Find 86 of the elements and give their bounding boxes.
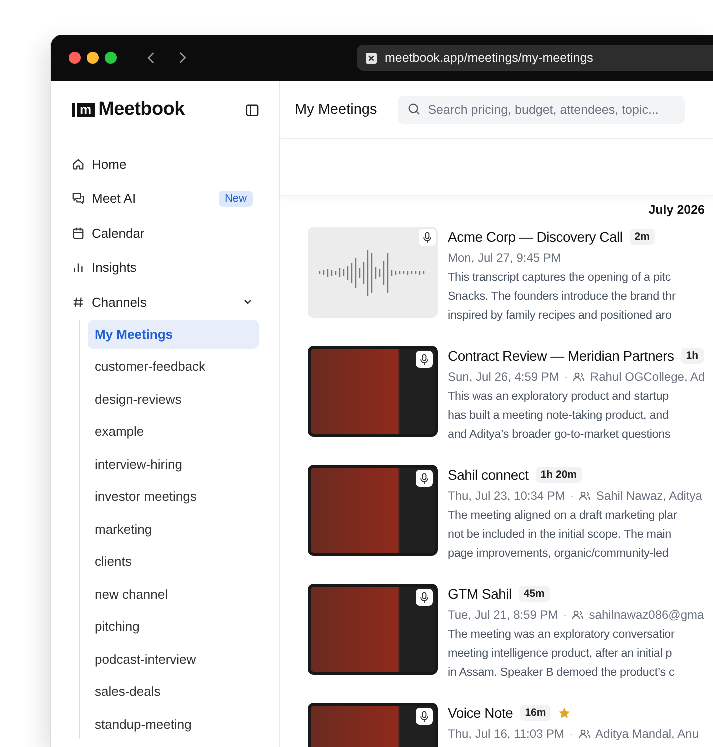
star-icon[interactable]: [558, 706, 572, 720]
meeting-title[interactable]: Acme Corp — Discovery Call: [448, 229, 623, 245]
video-thumbnail[interactable]: [308, 584, 438, 675]
video-thumbnail[interactable]: [308, 346, 438, 437]
forward-icon[interactable]: [177, 51, 187, 65]
people-icon: [578, 728, 591, 740]
nav-item[interactable]: Channels: [72, 285, 259, 320]
meeting-date: Thu, Jul 16, 11:03 PM: [448, 727, 565, 741]
nav-item[interactable]: Insights: [72, 250, 259, 285]
channel-item[interactable]: standup-meeting: [88, 710, 259, 738]
meeting-title[interactable]: GTM Sahil: [448, 586, 512, 602]
microphone-icon: [416, 589, 433, 606]
summary-line: in Assam. Speaker B demoed the product’s c: [448, 665, 676, 681]
microphone-icon: [419, 229, 436, 246]
separator-dot: ·: [570, 489, 574, 503]
channel-item[interactable]: customer-feedback: [88, 352, 259, 381]
summary-line: Snacks. The founders introduce the brand thr: [448, 289, 676, 305]
channel-item[interactable]: sales-deals: [88, 677, 259, 706]
channel-item[interactable]: clients: [88, 547, 259, 576]
microphone-icon: [416, 708, 433, 725]
maximize-window-icon[interactable]: [105, 52, 117, 64]
channel-item[interactable]: pitching: [88, 612, 259, 641]
meeting-title[interactable]: Voice Note: [448, 705, 514, 721]
nav-item[interactable]: Calendar: [72, 216, 259, 250]
summary-line: The meeting was an exploratory conversatior: [448, 627, 676, 643]
nav-item[interactable]: Meet AI New: [72, 182, 259, 216]
meeting-title[interactable]: Sahil connect: [448, 467, 529, 483]
nav-item[interactable]: Home: [72, 147, 259, 182]
people-icon: [573, 371, 586, 383]
channel-item[interactable]: marketing: [88, 514, 259, 544]
attendees: sahilnawaz086@gma: [589, 608, 704, 622]
duration-badge: 1h 20m: [536, 467, 582, 483]
hash-icon: [72, 296, 85, 309]
meeting-date: Thu, Jul 23, 10:34 PM: [448, 489, 566, 503]
summary-line: and Aditya’s broader go-to-market questions: [448, 427, 672, 443]
summary-line: has built a meeting note-taking product, and: [448, 408, 670, 424]
favicon-icon: [366, 52, 377, 64]
new-badge: New: [218, 190, 253, 207]
separator-dot: ·: [570, 727, 574, 741]
summary-line: inspired by family recipes and positioned aro: [448, 308, 673, 324]
attendees: Sahil Nawaz, Aditya: [596, 489, 702, 503]
meeting-title[interactable]: Contract Review — Meridian Partners: [448, 348, 674, 364]
summary-line: This transcript captures the opening of a pitc: [448, 270, 672, 286]
people-icon: [579, 490, 592, 502]
microphone-icon: [416, 470, 433, 487]
channel-item[interactable]: podcast-interview: [88, 644, 259, 674]
bar-chart-icon: [72, 261, 85, 274]
summary-line: meeting intelligence product, after an initial p: [448, 646, 674, 662]
people-icon: [572, 609, 584, 621]
page-title: My Meetings: [295, 102, 378, 118]
meeting-date: Tue, Jul 21, 8:59 PM: [448, 608, 558, 622]
attendees: Aditya Mandal, Anu: [596, 727, 699, 741]
sidebar-toggle-icon[interactable]: [246, 104, 259, 116]
logo: m Meetbook: [72, 99, 185, 121]
channel-item[interactable]: example: [88, 417, 259, 446]
waveform-thumbnail[interactable]: [308, 227, 438, 318]
separator-dot: ·: [563, 608, 568, 622]
microphone-icon: [416, 351, 433, 368]
separator-dot: ·: [564, 370, 568, 384]
channel-item[interactable]: interview-hiring: [88, 450, 259, 478]
minimize-window-icon[interactable]: [87, 52, 99, 64]
summary-line: This was an exploratory product and startup: [448, 389, 670, 405]
channel-item[interactable]: design-reviews: [88, 384, 259, 414]
back-icon[interactable]: [147, 51, 157, 65]
close-window-icon[interactable]: [69, 52, 81, 64]
month-heading: July 2026: [648, 203, 706, 217]
duration-badge: 2m: [630, 229, 655, 245]
search-field[interactable]: Search pricing, budget, attendees, topic...: [398, 96, 686, 124]
duration-badge: 45m: [518, 586, 550, 602]
attendees: Rahul OGCollege, Ad: [590, 370, 706, 384]
meeting-date: Mon, Jul 27, 9:45 PM: [448, 251, 562, 265]
channel-item[interactable]: investor meetings: [88, 482, 259, 511]
channel-item[interactable]: My Meetings: [88, 320, 259, 348]
duration-badge: 1h: [681, 348, 704, 364]
chat-icon: [72, 192, 85, 206]
channel-item[interactable]: new channel: [88, 580, 259, 608]
summary-line: not be included in the initial scope. The main: [448, 527, 673, 543]
meeting-date: Sun, Jul 26, 4:59 PM: [448, 370, 560, 384]
summary-line: The meeting aligned on a draft marketing plar: [448, 508, 678, 524]
duration-badge: 16m: [520, 705, 552, 721]
summary-line: page improvements, organic/community-led: [448, 546, 670, 562]
home-icon: [72, 158, 85, 171]
address-bar[interactable]: meetbook.app/meetings/my-meetings: [357, 45, 713, 71]
video-thumbnail[interactable]: [308, 465, 438, 556]
calendar-icon: [72, 226, 85, 240]
search-icon: [408, 103, 422, 116]
